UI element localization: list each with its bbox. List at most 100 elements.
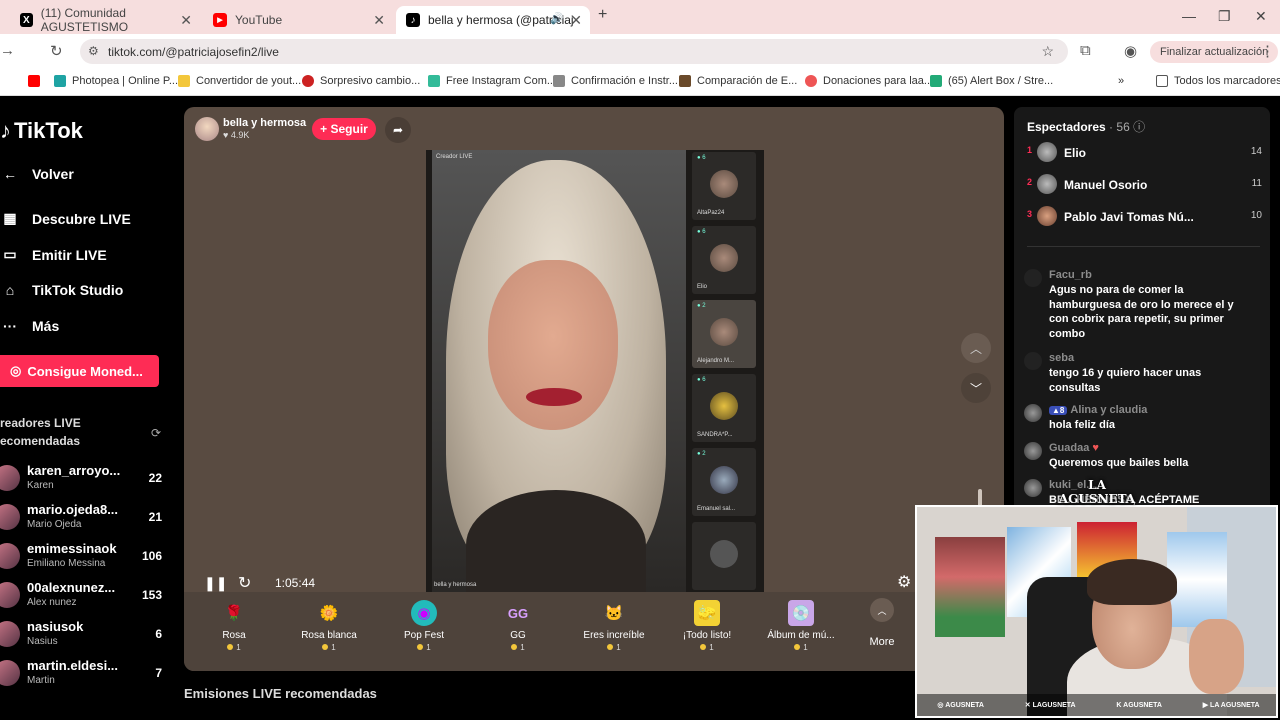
bookmark-item[interactable]: Sorpresivo cambio... xyxy=(302,75,420,87)
viewer-score: 14 xyxy=(1250,146,1262,157)
more-gifts-button[interactable]: ︿ More xyxy=(867,598,897,648)
bookmark-item[interactable]: Confirmación e Instr... xyxy=(553,75,678,87)
bookmark-item[interactable]: Comparación de E... xyxy=(679,75,797,87)
close-icon[interactable]: ✕ xyxy=(570,12,582,29)
creator-item[interactable]: 00alexnunez... Alex nunez 153 xyxy=(0,578,170,614)
gift-item[interactable]: GG GG 1 xyxy=(478,600,558,653)
top-viewer[interactable]: 1 Elio 14 xyxy=(1027,142,1262,164)
site-info-icon[interactable]: ⚙ xyxy=(88,44,99,58)
follow-button[interactable]: + Seguir xyxy=(312,118,376,140)
guest-avatar xyxy=(710,392,738,420)
guest-name: Emanuel sal... xyxy=(697,506,736,512)
nav-discover-live[interactable]: ▦ Descubre LIVE xyxy=(0,210,130,227)
nav-go-live[interactable]: ▭ Emitir LIVE xyxy=(0,246,106,263)
bookmark-item[interactable]: Photopea | Online P... xyxy=(54,75,178,87)
avatar xyxy=(1037,142,1057,162)
page-icon xyxy=(679,75,691,87)
nav-more[interactable]: ··· Más xyxy=(0,318,59,334)
tab-comunidad[interactable]: X (11) Comunidad AGUSTETISMO ✕ xyxy=(10,6,200,34)
guest-badge-count: 2 xyxy=(702,303,706,309)
bookmark-item[interactable]: Convertidor de yout... xyxy=(178,75,301,87)
likes-count: 4.9K xyxy=(230,130,250,140)
gift-item[interactable]: 🌼 Rosa blanca 1 xyxy=(289,600,369,652)
live-video[interactable]: Creador LIVE bella y hermosa ● 6 AltaPaz2… xyxy=(426,150,764,593)
extensions-icon[interactable]: ⧉ xyxy=(1080,42,1091,59)
gift-item[interactable]: 🐱 Eres increíble 1 xyxy=(574,600,654,652)
share-icon[interactable]: ➦ xyxy=(385,117,411,143)
nav-tiktok-studio[interactable]: ⌂ TikTok Studio xyxy=(0,282,124,298)
creator-item[interactable]: emimessinaok Emiliano Messina 106 xyxy=(0,539,170,575)
username-text: Guadaa xyxy=(1049,442,1090,454)
host-avatar[interactable] xyxy=(195,117,219,141)
chat-username[interactable]: Guadaa ♥ xyxy=(1049,442,1099,454)
maximize-icon[interactable]: ❐ xyxy=(1218,8,1231,25)
viewer-count: 22 xyxy=(148,471,162,485)
streamer-hand xyxy=(1189,619,1244,694)
url-field[interactable]: ⚙ tiktok.com/@patriciajosefin2/live ☆ xyxy=(80,39,1068,64)
new-tab-icon[interactable]: + xyxy=(598,6,607,24)
chat-username[interactable]: seba xyxy=(1049,352,1074,364)
chevron-up-icon[interactable]: ︿ xyxy=(961,333,991,363)
tiktok-logo[interactable]: ♪ TikTok xyxy=(0,118,83,144)
tab-youtube[interactable]: ▶ YouTube ✕ xyxy=(203,6,393,34)
get-coins-button[interactable]: ◎ Consigue Moned... xyxy=(0,355,159,387)
guest-name: Alejandro M... xyxy=(697,358,735,364)
avatar xyxy=(0,621,20,647)
back-button[interactable]: ← Volver xyxy=(0,166,74,182)
person-icon xyxy=(710,540,738,568)
tab-title: (11) Comunidad AGUSTETISMO xyxy=(40,6,129,34)
close-icon[interactable]: ✕ xyxy=(373,12,385,29)
bookmark-star-icon[interactable]: ☆ xyxy=(1041,43,1054,60)
top-viewer[interactable]: 3 Pablo Javi Tomas Nú... 10 xyxy=(1027,206,1262,228)
guest-tile[interactable]: ● 6 SANDRA*P... xyxy=(692,374,756,442)
gift-item[interactable]: 🧽 ¡Todo listo! 1 xyxy=(667,600,747,652)
logo-text: TikTok xyxy=(14,118,83,143)
social-handle: K AGUSNETA xyxy=(1116,701,1162,709)
window-close-icon[interactable]: ✕ xyxy=(1255,8,1267,25)
viewer-score: 10 xyxy=(1250,210,1262,221)
chevron-down-icon[interactable]: ﹀ xyxy=(961,373,991,403)
guest-tile-empty[interactable] xyxy=(692,522,756,590)
all-bookmarks[interactable]: Todos los marcadores xyxy=(1156,75,1280,87)
chevron-up-icon: ︿ xyxy=(870,598,894,622)
gift-price: 1 xyxy=(289,643,369,652)
refresh-icon[interactable]: ↻ xyxy=(238,573,251,593)
minimize-icon[interactable]: — xyxy=(1182,8,1196,24)
guest-tile[interactable]: ● 6 AltaPaz24 xyxy=(692,152,756,220)
guest-tile[interactable]: ● 2 Alejandro M... xyxy=(692,300,756,368)
reload-icon[interactable]: ↻ xyxy=(50,42,63,60)
guest-tile[interactable]: ● 6 Elio xyxy=(692,226,756,294)
menu-icon[interactable]: ⋮ xyxy=(1260,42,1275,60)
forward-icon[interactable]: → xyxy=(0,42,15,59)
tab-tiktok[interactable]: ♪ bella y hermosa (@patriciaj 🔊 ✕ xyxy=(396,6,590,34)
creator-item[interactable]: karen_arroyo... Karen 22 xyxy=(0,461,170,497)
guest-tile[interactable]: ● 2 Emanuel sal... xyxy=(692,448,756,516)
chat-username[interactable]: Facu_rb xyxy=(1049,269,1092,281)
update-button[interactable]: Finalizar actualización xyxy=(1150,41,1279,63)
gift-item[interactable]: ◉ Pop Fest 1 xyxy=(384,600,464,652)
bookmark-item[interactable]: Donaciones para laa... xyxy=(805,75,933,87)
bookmark-item[interactable]: Free Instagram Com... xyxy=(428,75,556,87)
top-viewer[interactable]: 2 Manuel Osorio 11 xyxy=(1027,174,1262,196)
creator-item[interactable]: mario.ojeda8... Mario Ojeda 21 xyxy=(0,500,170,536)
host-name[interactable]: bella y hermosa xyxy=(223,117,306,129)
chat-message: seba tengo 16 y quiero hacer unas consult… xyxy=(1024,352,1256,394)
creator-name: mario.ojeda8... xyxy=(27,502,119,517)
profile-icon[interactable]: ◉ xyxy=(1124,42,1137,60)
creator-name: martin.eldesi... xyxy=(27,658,119,673)
close-icon[interactable]: ✕ xyxy=(180,12,192,29)
chat-username[interactable]: ▲8 Alina y claudia xyxy=(1049,404,1147,416)
settings-icon[interactable]: ⚙ xyxy=(897,572,911,592)
more-bookmarks-icon[interactable]: » xyxy=(1118,75,1124,87)
pause-icon[interactable]: ❚❚ xyxy=(204,575,227,592)
creator-item[interactable]: martin.eldesi... Martin 7 xyxy=(0,656,170,692)
news-icon xyxy=(302,75,314,87)
gift-item[interactable]: 💿 Álbum de mú... 1 xyxy=(761,600,841,652)
bookmark-item[interactable]: (65) Alert Box / Stre... xyxy=(930,75,1053,87)
refresh-icon[interactable]: ⟳ xyxy=(151,426,161,440)
bookmark-youtube[interactable] xyxy=(28,75,46,87)
speaker-icon[interactable]: 🔊 xyxy=(550,12,564,25)
gift-item[interactable]: 🌹 Rosa 1 xyxy=(194,600,274,652)
creator-item[interactable]: nasiusok Nasius 6 xyxy=(0,617,170,653)
info-icon[interactable]: ⓘ xyxy=(1133,120,1145,134)
